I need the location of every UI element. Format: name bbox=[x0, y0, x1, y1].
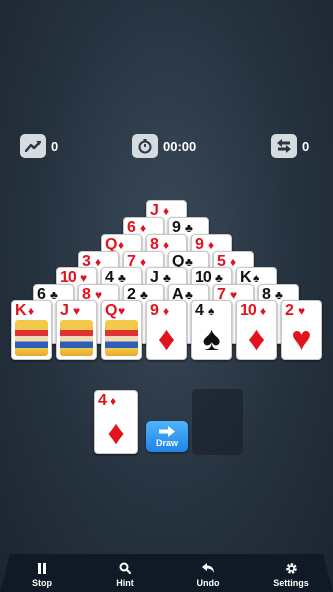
pyramid-card[interactable]: K ♦ bbox=[11, 300, 52, 360]
draw-button[interactable]: Draw bbox=[146, 421, 188, 452]
card-suit-small: ♦ bbox=[163, 204, 170, 218]
timer-stat: 00:00 bbox=[132, 134, 196, 158]
card-suit-small: ♦ bbox=[163, 238, 170, 252]
card-suit-small: ♠ bbox=[253, 271, 260, 285]
card-suit-small: ♦ bbox=[208, 238, 215, 252]
card-rank: 2 bbox=[285, 302, 294, 319]
pause-icon bbox=[37, 561, 47, 575]
draw-button-label: Draw bbox=[155, 437, 178, 448]
pyramid-card[interactable]: J ♥ bbox=[56, 300, 97, 360]
score-value: 0 bbox=[51, 138, 59, 154]
card-suit-small: ♦ bbox=[230, 255, 237, 269]
card-suit-small: ♥ bbox=[118, 304, 126, 318]
card-suit-large: ♦ bbox=[107, 414, 125, 452]
card-rank: 4 bbox=[195, 302, 204, 319]
moves-value: 0 bbox=[302, 138, 310, 154]
card-rank: K bbox=[15, 302, 27, 319]
arrow-right-icon bbox=[159, 425, 175, 437]
card-suit-small: ♣ bbox=[215, 271, 223, 285]
card-suit-small: ♦ bbox=[163, 304, 170, 318]
card-suit-small: ♣ bbox=[50, 288, 58, 302]
card-suit-large: ♦ bbox=[157, 320, 176, 358]
card-suit-large: ♠ bbox=[202, 320, 221, 358]
card-suit-small: ♣ bbox=[163, 271, 171, 285]
card-rank: Q bbox=[105, 302, 117, 319]
pyramid-card[interactable]: 10 ♦ ♦ bbox=[236, 300, 277, 360]
card-rank: 4 bbox=[98, 392, 107, 409]
card-suit-small: ♥ bbox=[73, 304, 81, 318]
pyramid-card[interactable]: 9 ♦ ♦ bbox=[146, 300, 187, 360]
card-suit-small: ♠ bbox=[208, 304, 215, 318]
card-suit-large: ♥ bbox=[291, 320, 312, 358]
settings-button[interactable]: Settings bbox=[261, 561, 321, 588]
gear-icon bbox=[285, 561, 298, 575]
stop-label: Stop bbox=[32, 578, 52, 588]
timer-value: 00:00 bbox=[163, 138, 197, 154]
card-suit-small: ♦ bbox=[110, 394, 117, 408]
card-suit-small: ♣ bbox=[185, 221, 193, 235]
pyramid-card[interactable]: 2 ♥ ♥ bbox=[281, 300, 322, 360]
card-suit-small: ♣ bbox=[140, 288, 148, 302]
stop-button[interactable]: Stop bbox=[12, 561, 72, 588]
pyramid-card[interactable]: Q ♥ bbox=[101, 300, 142, 360]
settings-label: Settings bbox=[273, 578, 309, 588]
card-rank: J bbox=[60, 302, 69, 319]
undo-arrow-icon bbox=[201, 561, 215, 575]
card-suit-small: ♣ bbox=[185, 255, 193, 269]
score-stat: 0 bbox=[20, 134, 58, 158]
undo-button[interactable]: Undo bbox=[178, 561, 238, 588]
card-suit-small: ♥ bbox=[80, 271, 88, 285]
card-suit-small: ♣ bbox=[185, 288, 193, 302]
card-suit-small: ♦ bbox=[118, 238, 125, 252]
card-suit-small: ♦ bbox=[28, 304, 35, 318]
stopwatch-icon bbox=[132, 134, 158, 158]
moves-stat: 0 bbox=[271, 134, 309, 158]
card-rank: 9 bbox=[150, 302, 159, 319]
card-suit-small: ♥ bbox=[298, 304, 306, 318]
card-suit-small: ♦ bbox=[95, 255, 102, 269]
hint-label: Hint bbox=[116, 578, 134, 588]
pyramid-card[interactable]: 4 ♠ ♠ bbox=[191, 300, 232, 360]
card-suit-large: ♦ bbox=[247, 320, 266, 358]
waste-card[interactable]: 4 ♦ ♦ bbox=[94, 390, 138, 454]
card-suit-small: ♦ bbox=[260, 304, 267, 318]
search-icon bbox=[119, 561, 131, 575]
card-suit-small: ♣ bbox=[118, 271, 126, 285]
card-suit-small: ♣ bbox=[275, 288, 283, 302]
card-suit-small: ♥ bbox=[95, 288, 103, 302]
trending-up-icon bbox=[20, 134, 46, 158]
card-suit-small: ♦ bbox=[140, 255, 147, 269]
card-suit-small: ♦ bbox=[140, 221, 147, 235]
hint-button[interactable]: Hint bbox=[95, 561, 155, 588]
swap-arrows-icon bbox=[271, 134, 297, 158]
stock-pile-empty[interactable] bbox=[192, 389, 243, 455]
card-rank: 10 bbox=[240, 302, 257, 319]
card-suit-small: ♥ bbox=[230, 288, 238, 302]
undo-label: Undo bbox=[196, 578, 220, 588]
